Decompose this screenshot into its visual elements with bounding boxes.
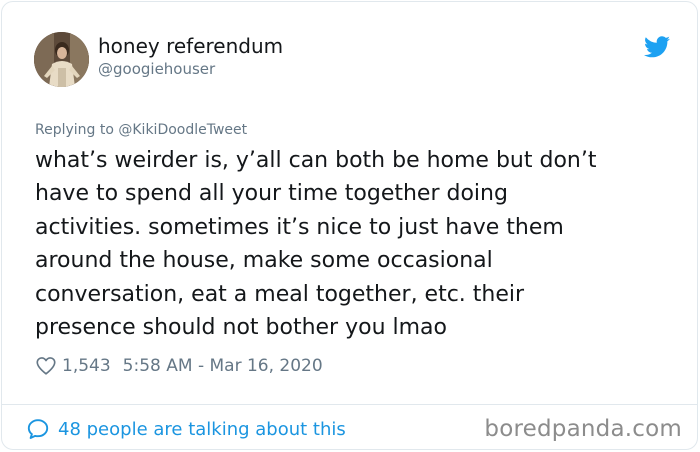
tweet-card: honey referendum @googiehouser Replying … [1, 1, 698, 450]
speech-bubble-icon [27, 419, 49, 439]
tweet-text-line: conversation, eat a meal together, etc. … [35, 281, 525, 307]
tweet-meta: 1,543 5:58 AM - Mar 16, 2020 [35, 353, 323, 379]
tweet-text-line: what’s weirder is, y’all can both be hom… [35, 148, 597, 173]
like-count[interactable]: 1,543 [62, 356, 111, 376]
avatar[interactable] [34, 32, 89, 87]
author-handle[interactable]: @googiehouser [98, 60, 215, 78]
author-display-name[interactable]: honey referendum [98, 34, 283, 58]
avatar-image [34, 32, 89, 87]
boredpanda-watermark: boredpanda.com [484, 416, 682, 442]
replying-to-label[interactable]: Replying to @KikiDoodleTweet [35, 122, 247, 138]
tweet-text-line: presence should not bother you lmao [35, 315, 447, 341]
tweet-text: what’s weirder is, y’all can both be hom… [35, 144, 675, 344]
tweet-timestamp[interactable]: 5:58 AM - Mar 16, 2020 [123, 356, 323, 376]
heart-icon[interactable] [35, 355, 57, 377]
tweet-text-line: have to spend all your time together doi… [35, 181, 508, 207]
tweet-text-line: around the house, make some occasional [35, 248, 493, 274]
tweet-text-line: activities. sometimes it’s nice to just … [35, 214, 564, 240]
twitter-bird-icon[interactable] [644, 36, 670, 58]
conversation-link[interactable]: 48 people are talking about this [26, 415, 346, 443]
divider [2, 404, 697, 405]
conversation-label: 48 people are talking about this [58, 418, 346, 440]
